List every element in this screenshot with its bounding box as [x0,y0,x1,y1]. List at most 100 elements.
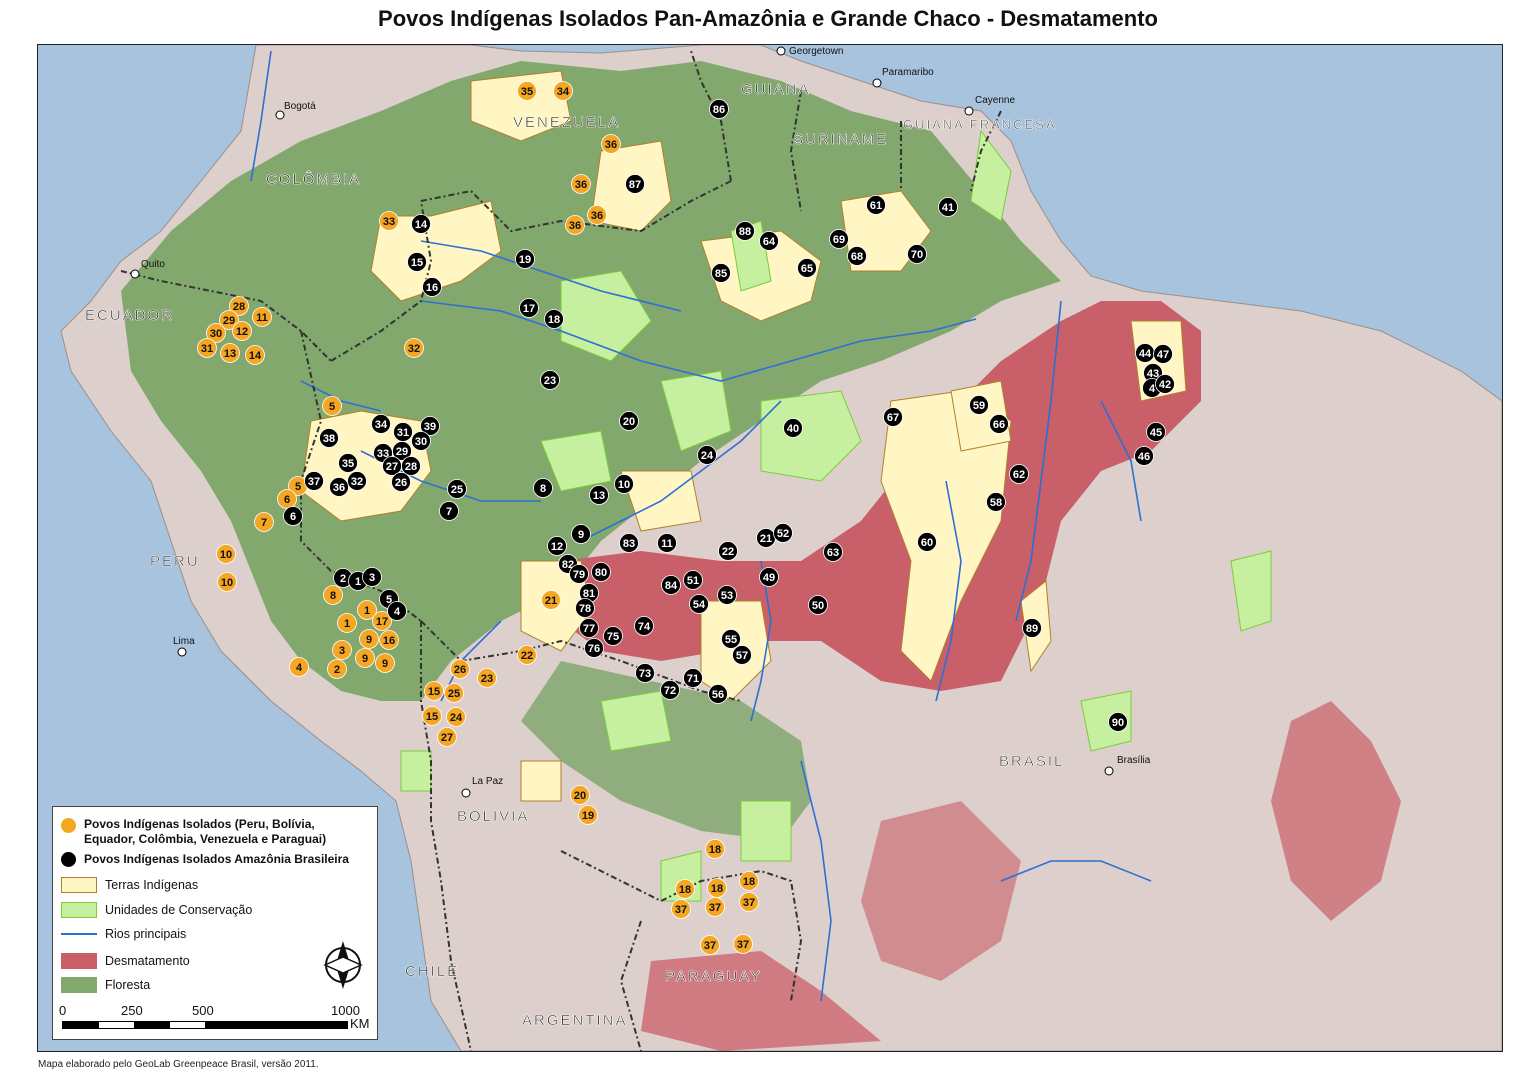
orange-marker-label: 10 [221,577,233,589]
orange-marker-label: 15 [426,711,438,723]
legend-conservation-label: Unidades de Conservação [105,903,253,917]
black-marker-label: 20 [623,416,635,428]
forest-swatch [61,977,97,993]
orange-marker-label: 7 [261,517,267,529]
black-marker-label: 42 [1159,379,1171,391]
black-marker-label: 15 [411,257,423,269]
black-marker-label: 49 [763,572,775,584]
scale-bar: 0 250 500 1000 KM [53,1003,377,1037]
black-marker-label: 72 [664,685,676,697]
orange-marker-label: 9 [366,634,372,646]
orange-marker-label: 5 [329,401,335,413]
legend-rivers-label: Rios principais [105,927,187,941]
black-marker-label: 76 [588,643,600,655]
orange-marker-label: 6 [284,494,290,506]
black-marker-label: 60 [921,537,933,549]
black-marker-label: 11 [661,538,673,550]
legend-black-label: Povos Indígenas Isolados Amazônia Brasil… [84,852,349,866]
legend-deforestation-label: Desmatamento [105,954,190,968]
orange-marker-label: 17 [376,616,388,628]
black-marker-label: 9 [578,529,584,541]
black-marker-label: 90 [1112,717,1124,729]
black-marker-label: 7 [446,506,452,518]
scale-tick-250: 250 [121,1003,143,1018]
label-argentina: ARGENTINA [522,1012,628,1029]
black-marker-label: 57 [736,650,748,662]
orange-marker-icon [61,818,76,833]
orange-marker-label: 3 [339,645,345,657]
black-marker-label: 89 [1026,623,1038,635]
black-marker-label: 10 [618,479,630,491]
orange-marker-label: 12 [236,326,248,338]
black-marker-label: 39 [424,421,436,433]
label-ecuador: ECUADOR [85,307,174,324]
black-marker-label: 6 [290,511,296,523]
black-marker-label: 50 [812,600,824,612]
orange-marker-label: 37 [737,939,749,951]
black-marker-label: 69 [833,234,845,246]
black-marker-label: 73 [639,668,651,680]
black-marker-label: 87 [629,179,641,191]
legend-forest-label: Floresta [105,978,151,992]
black-marker-label: 71 [687,673,699,685]
black-marker-label: 88 [739,226,751,238]
legend-indigenous-label: Terras Indígenas [105,878,199,892]
orange-marker-label: 1 [344,618,350,630]
svg-text:Georgetown: Georgetown [789,46,843,57]
black-marker-label: 66 [993,419,1005,431]
orange-marker-label: 36 [569,220,581,232]
orange-marker-label: 18 [679,884,691,896]
orange-marker-label: 34 [557,86,570,98]
black-marker-label: 59 [973,400,985,412]
black-marker-label: 79 [573,569,585,581]
black-marker-label: 3 [369,572,375,584]
black-marker-label: 31 [397,427,409,439]
black-marker-label: 75 [607,631,619,643]
black-marker-label: 17 [523,303,535,315]
black-marker-label: 1 [355,576,361,588]
legend-deforestation-row: Desmatamento [61,953,190,969]
black-marker-label: 70 [911,249,923,261]
orange-marker-label: 29 [223,315,235,327]
orange-marker-label: 4 [296,662,303,674]
orange-marker-label: 18 [711,883,723,895]
black-marker-icon [61,852,76,867]
black-marker-label: 64 [763,236,776,248]
black-marker-label: 25 [451,484,463,496]
orange-marker-label: 11 [256,312,268,324]
black-marker-label: 28 [405,461,417,473]
orange-marker-label: 30 [210,328,222,340]
black-marker-label: 14 [415,219,428,231]
black-marker-label: 56 [712,689,724,701]
map-credit: Mapa elaborado pelo GeoLab Greenpeace Br… [38,1059,319,1070]
orange-marker-label: 37 [709,902,721,914]
deforestation-swatch [61,953,97,969]
orange-marker-label: 35 [521,86,533,98]
orange-marker-label: 18 [709,844,721,856]
orange-marker-label: 22 [521,650,533,662]
label-colombia: COLÔMBIA [266,171,361,188]
orange-marker-label: 27 [441,732,453,744]
orange-marker-label: 25 [448,688,460,700]
black-marker-label: 63 [827,547,839,559]
orange-marker-label: 28 [233,301,245,313]
black-marker-label: 44 [1139,348,1152,360]
black-marker-label: 32 [351,476,363,488]
black-marker-label: 46 [1138,451,1150,463]
orange-marker-label: 15 [428,686,440,698]
conservation-swatch [61,902,97,918]
label-peru: PERU [150,553,200,570]
orange-marker-label: 37 [704,940,716,952]
black-marker-label: 58 [990,497,1002,509]
black-marker-label: 21 [760,533,772,545]
label-suriname: SURINAME [793,131,888,148]
rivers-swatch [61,933,97,935]
orange-marker-label: 33 [383,216,395,228]
orange-marker-label: 37 [743,897,755,909]
black-marker-label: 24 [701,450,714,462]
orange-marker-label: 37 [675,904,687,916]
orange-marker-label: 13 [224,348,236,360]
label-bolivia: BOLIVIA [457,808,529,825]
svg-text:La Paz: La Paz [472,776,503,787]
legend-black-row: Povos Indígenas Isolados Amazônia Brasil… [61,852,349,867]
